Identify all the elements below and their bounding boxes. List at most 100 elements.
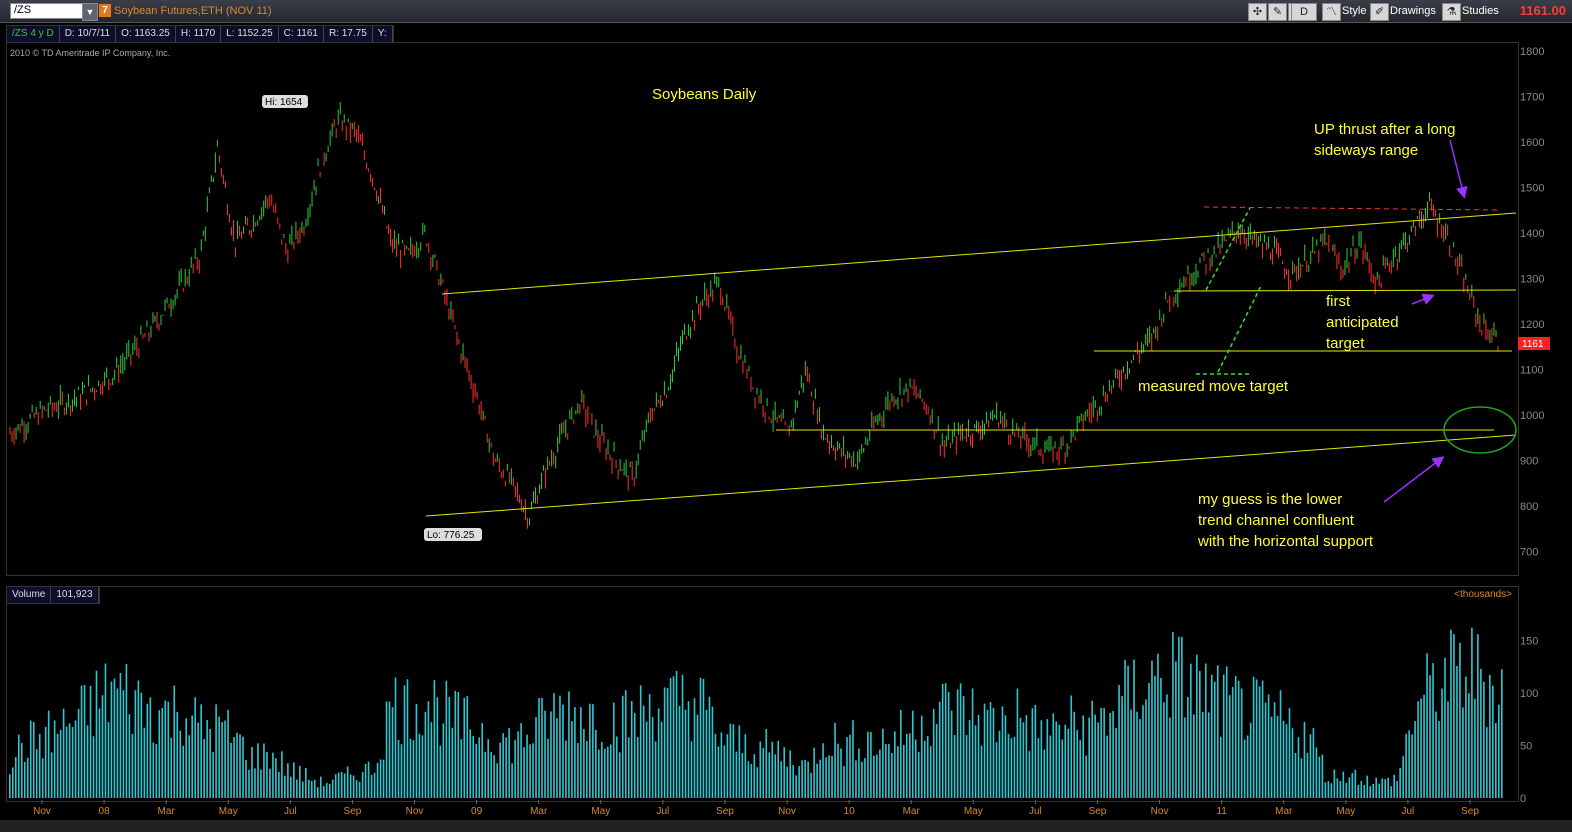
chart-canvas[interactable]: 7008009001000110012001300140015001600170…	[0, 0, 1572, 832]
volume-bar	[65, 726, 68, 798]
volume-bar	[346, 766, 349, 798]
range-support-line[interactable]	[1173, 289, 1517, 292]
volume-bar	[1255, 679, 1258, 798]
volume-bar	[810, 772, 812, 798]
time-tick-label: 10	[844, 806, 856, 817]
volume-bar	[349, 774, 352, 798]
volume-bar	[765, 728, 768, 798]
volume-bar	[1390, 786, 1392, 798]
volume-bar	[1405, 733, 1407, 798]
volume-bar	[932, 709, 935, 798]
volume-bar	[1085, 755, 1087, 798]
volume-bar	[687, 701, 690, 798]
volume-bar	[589, 703, 591, 798]
time-tick-label: Sep	[344, 806, 362, 817]
volume-bar	[32, 721, 35, 798]
volume-bar	[1022, 722, 1025, 798]
volume-bar	[1336, 778, 1339, 798]
volume-bar	[861, 761, 863, 798]
resistance-line[interactable]	[1203, 206, 1499, 211]
volume-bar	[364, 764, 367, 798]
volume-bar	[696, 714, 699, 798]
volume-bar	[421, 735, 424, 798]
volume-bar	[965, 734, 968, 798]
volume-bar	[672, 676, 675, 798]
volume-bar	[1360, 781, 1363, 798]
guess-arrow	[1383, 456, 1445, 503]
volume-bar	[1324, 782, 1327, 798]
volume-bar	[397, 739, 400, 798]
volume-bar	[1282, 720, 1285, 798]
time-tick-label: Jul	[1402, 806, 1415, 817]
volume-bar	[215, 704, 217, 798]
volume-bar	[101, 695, 104, 798]
volume-bar	[191, 715, 193, 798]
volume-bar	[415, 703, 418, 798]
volume-bar	[1273, 702, 1276, 798]
volume-bar	[1366, 775, 1369, 798]
volume-bar	[642, 705, 645, 798]
volume-bar	[633, 713, 636, 798]
volume-bar	[370, 774, 373, 798]
volume-bar	[1414, 720, 1416, 798]
volume-bar	[1010, 738, 1013, 798]
volume-bar	[1007, 733, 1010, 798]
volume-bar	[1133, 659, 1135, 798]
volume-bar	[1396, 781, 1398, 798]
volume-bar	[445, 680, 448, 798]
volume-bar	[1097, 722, 1099, 798]
volume-bar	[1225, 666, 1228, 798]
volume-bar	[1234, 676, 1237, 798]
time-tick-label: Mar	[530, 806, 548, 817]
price-axis: 700 800 900 1000 1100 1200 1300 1400 1500 1600 170…	[1520, 46, 1544, 558]
volume-bar	[1279, 690, 1282, 798]
volume-bar	[1019, 717, 1022, 798]
volume-bar	[1202, 712, 1204, 798]
volume-bar	[849, 734, 851, 798]
volume-bar	[98, 708, 101, 798]
volume-bar	[1184, 717, 1186, 798]
time-tick-label: 08	[99, 806, 111, 817]
volume-bar	[275, 758, 277, 798]
volume-bar	[409, 738, 412, 798]
volume-bar	[293, 762, 295, 798]
volume-bar	[1082, 715, 1085, 798]
volume-bar	[601, 741, 603, 798]
time-tick-label: Mar	[158, 806, 176, 817]
volume-bar	[433, 680, 436, 798]
volume-bar	[657, 708, 660, 798]
volume-bar	[1148, 682, 1150, 798]
price-tick-label: 1300	[1520, 273, 1544, 285]
volume-bar	[490, 752, 492, 798]
volume-bar	[1157, 653, 1159, 798]
volume-bar	[858, 748, 860, 798]
volume-bar	[388, 701, 391, 798]
volume-bar	[367, 761, 370, 798]
volume-bar	[926, 736, 929, 798]
volume-bar	[938, 701, 941, 798]
volume-bar	[442, 723, 445, 798]
volume-bar	[870, 732, 872, 798]
lower-trend-line[interactable]	[425, 434, 1517, 517]
volume-bar	[1052, 713, 1055, 798]
volume-bar	[179, 730, 182, 798]
volume-bar	[529, 744, 531, 798]
volume-bar	[520, 723, 522, 798]
volume-bar	[684, 709, 687, 798]
volume-bar	[577, 742, 579, 798]
volume-bar	[1492, 685, 1494, 798]
volume-bar	[1204, 663, 1207, 798]
volume-bar	[1417, 701, 1419, 798]
volume-bar	[783, 747, 786, 798]
volume-bar	[475, 743, 478, 798]
volume-bar	[1249, 722, 1252, 798]
volume-bar	[1444, 657, 1446, 798]
price-tick-label: 1100	[1520, 364, 1544, 376]
volume-bar	[430, 722, 433, 798]
volume-bar	[729, 723, 732, 798]
volume-bar	[1246, 735, 1249, 798]
volume-bar	[630, 701, 633, 798]
volume-bar	[337, 772, 340, 798]
volume-bar	[1315, 747, 1318, 798]
volume-bar	[197, 722, 199, 798]
